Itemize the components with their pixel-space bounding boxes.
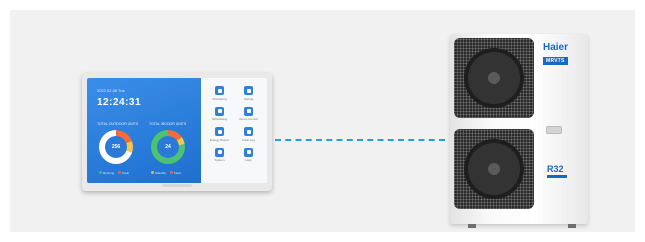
system-icon xyxy=(215,147,224,157)
app-system[interactable]: System xyxy=(205,147,234,162)
side-handle xyxy=(546,126,562,134)
connection-line xyxy=(275,139,445,141)
app-label: Scheduling xyxy=(212,117,227,121)
app-label: Monitoring xyxy=(212,96,227,101)
legend-fault-2: Fault xyxy=(170,171,181,175)
app-label: Help xyxy=(245,158,252,162)
app-menu: Monitoring Setting Scheduling Group Cont… xyxy=(201,78,267,183)
fan-icon xyxy=(464,139,524,199)
brand-logo: Haier xyxy=(543,42,569,53)
app-label: System xyxy=(214,158,225,162)
app-label: Energy Report xyxy=(209,137,230,142)
fan-grille-top xyxy=(454,38,534,118)
calendar-icon xyxy=(215,106,224,116)
chart-icon xyxy=(215,127,224,136)
outdoor-units-value: 256 xyxy=(105,136,127,158)
gauge-outdoor-label: TOTAL OUTDOOR UNITS xyxy=(97,122,139,126)
legend-fault: Fault xyxy=(118,171,129,175)
app-monitoring[interactable]: Monitoring xyxy=(205,86,234,101)
central-controller: 2022.02.08 Tue 12:24:31 TOTAL OUTDOOR UN… xyxy=(82,73,272,191)
gear-icon xyxy=(244,86,253,95)
model-badge: MRV7S xyxy=(543,57,568,65)
alert-icon xyxy=(244,127,253,136)
legend-running: Running xyxy=(99,171,114,175)
app-label: Setting xyxy=(243,96,254,101)
app-label: Fault Log xyxy=(242,137,255,142)
app-help[interactable]: Help xyxy=(234,147,263,162)
help-icon xyxy=(244,147,253,157)
date-label: 2022.02.08 Tue xyxy=(97,88,125,93)
gauge-legend-right: Standby Fault xyxy=(151,171,181,175)
app-fault-log[interactable]: Fault Log xyxy=(234,127,263,142)
group-icon xyxy=(244,106,253,116)
app-energy-report[interactable]: Energy Report xyxy=(205,127,234,142)
clock: 12:24:31 xyxy=(97,97,142,108)
gauge-indoor-label: TOTAL INDOOR UNITS xyxy=(149,122,187,126)
controller-base xyxy=(162,184,192,187)
app-scheduling[interactable]: Scheduling xyxy=(205,106,234,121)
app-setting[interactable]: Setting xyxy=(234,86,263,101)
refrigerant-label: R32 xyxy=(547,164,564,174)
dashboard-panel: 2022.02.08 Tue 12:24:31 TOTAL OUTDOOR UN… xyxy=(87,78,201,183)
outdoor-units-gauge: 256 xyxy=(99,130,133,164)
refrigerant-underline xyxy=(547,175,567,178)
legend-standby: Standby xyxy=(151,171,166,175)
indoor-units-value: 24 xyxy=(157,136,179,158)
fan-icon xyxy=(464,48,524,108)
unit-foot-right xyxy=(568,224,576,228)
unit-foot-left xyxy=(468,224,476,228)
outdoor-unit: Haier MRV7S R32 xyxy=(450,34,588,228)
monitor-icon xyxy=(215,86,224,95)
indoor-units-gauge: 24 xyxy=(151,130,185,164)
app-group-control[interactable]: Group Control xyxy=(234,106,263,121)
app-grid: Monitoring Setting Scheduling Group Cont… xyxy=(205,86,263,162)
controller-screen[interactable]: 2022.02.08 Tue 12:24:31 TOTAL OUTDOOR UN… xyxy=(87,78,267,183)
gauge-legend-left: Running Fault xyxy=(99,171,129,175)
app-label: Group Control xyxy=(239,117,258,121)
fan-grille-bottom xyxy=(454,129,534,209)
